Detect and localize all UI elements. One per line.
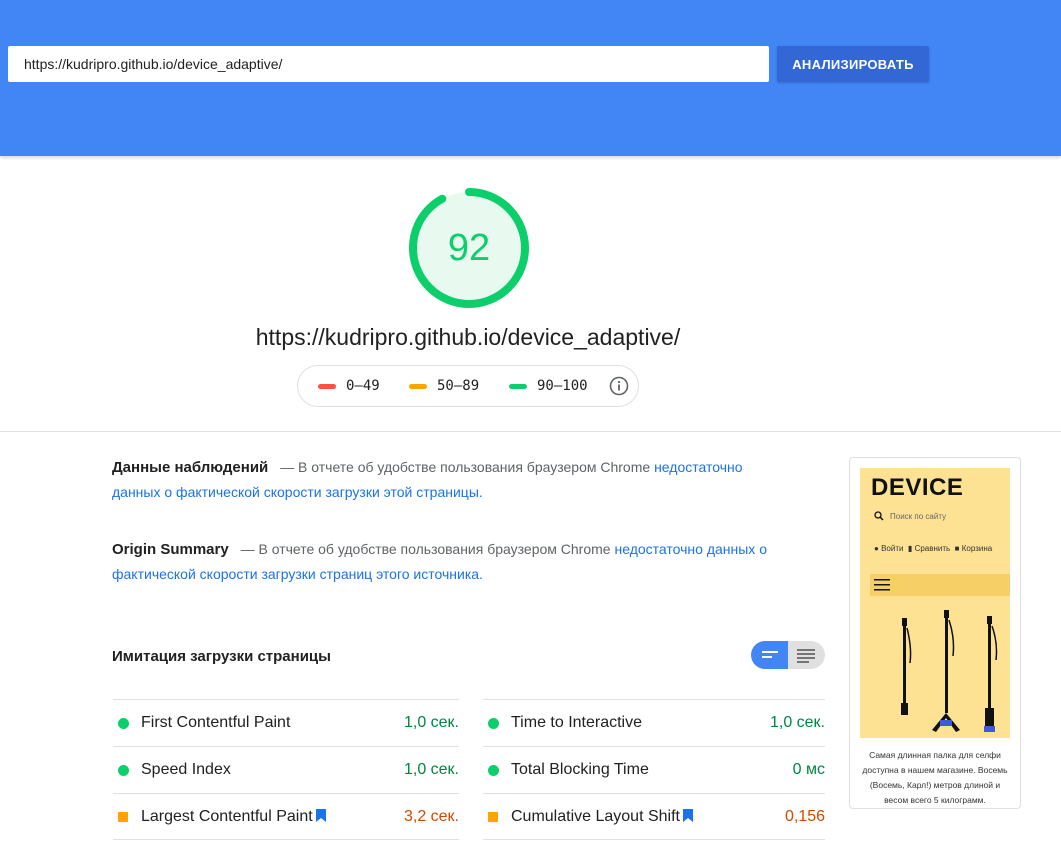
bars-long-icon xyxy=(797,649,815,663)
metric-name: Cumulative Layout Shift xyxy=(511,808,680,825)
metric-value: 1,0 сек. xyxy=(403,714,459,731)
metric-name: Time to Interactive xyxy=(511,714,643,731)
search-icon xyxy=(874,511,884,521)
metric-row: Cumulative Layout Shift 0,156 xyxy=(483,793,825,840)
legend-swatch-average xyxy=(409,383,427,389)
site-nav-cart: Корзина xyxy=(961,544,993,553)
pass-indicator xyxy=(118,718,129,729)
site-menu-bar xyxy=(870,574,1010,596)
pass-indicator xyxy=(488,765,499,776)
score-legend: 0–49 50–89 90–100 xyxy=(297,365,639,407)
metric-name-wrap: Largest Contentful Paint xyxy=(141,794,326,840)
pass-indicator xyxy=(118,765,129,776)
field-data-title: Данные наблюдений xyxy=(112,459,269,476)
compare-icon: ▮ xyxy=(907,544,913,553)
compact-view-button[interactable] xyxy=(751,641,788,669)
metric-row: Time to Interactive 1,0 сек. xyxy=(483,699,825,746)
site-nav-login: Войти xyxy=(881,544,904,553)
site-nav: ● Войти ▮ Сравнить ■ Корзина xyxy=(874,544,992,553)
user-icon: ● xyxy=(874,544,879,553)
metric-row: Total Blocking Time 0 мс xyxy=(483,746,825,793)
bars-short-icon xyxy=(762,651,778,658)
cart-icon: ■ xyxy=(954,544,960,553)
average-indicator xyxy=(118,812,128,822)
info-icon[interactable] xyxy=(609,376,629,396)
metric-value: 0,156 xyxy=(784,808,825,825)
final-screenshot: DEVICE Поиск по сайту ● Войти ▮ Сравнить… xyxy=(849,457,1021,809)
bookmark-icon[interactable] xyxy=(315,809,326,822)
metric-name: Largest Contentful Paint xyxy=(141,808,313,825)
legend-item-pass: 90–100 xyxy=(509,366,588,406)
site-search-placeholder: Поиск по сайту xyxy=(890,512,947,521)
site-preview: DEVICE Поиск по сайту ● Войти ▮ Сравнить… xyxy=(860,468,1010,738)
site-nav-compare: Сравнить xyxy=(914,544,951,553)
field-data-section: Данные наблюдений — В отчете об удобстве… xyxy=(112,455,772,505)
tested-page-url: https://kudripro.github.io/device_adapti… xyxy=(255,324,681,350)
header-bar: АНАЛИЗИРОВАТЬ xyxy=(0,0,1061,156)
metrics-column-right: Time to Interactive 1,0 сек. Total Block… xyxy=(483,699,825,840)
legend-label-pass: 90–100 xyxy=(537,378,588,394)
metric-row: Largest Contentful Paint 3,2 сек. xyxy=(113,793,459,840)
url-input[interactable] xyxy=(8,46,769,82)
site-search: Поиск по сайту xyxy=(874,511,946,521)
average-indicator xyxy=(488,812,498,822)
site-caption: Самая длинная палка для селфи доступна в… xyxy=(862,750,1008,805)
metric-name: Speed Index xyxy=(141,761,231,778)
metric-value: 0 мс xyxy=(792,761,825,778)
hamburger-icon xyxy=(874,579,890,591)
metrics-view-toggle xyxy=(751,641,825,669)
metric-value: 1,0 сек. xyxy=(403,761,459,778)
legend-swatch-fail xyxy=(318,383,336,389)
field-data-text: — В отчете об удобстве пользования брауз… xyxy=(280,459,651,475)
metric-value: 3,2 сек. xyxy=(403,808,459,825)
selfie-stick-image xyxy=(901,610,998,732)
pass-indicator xyxy=(488,718,499,729)
lab-data-title: Имитация загрузки страницы xyxy=(112,648,331,665)
metric-name: First Contentful Paint xyxy=(141,714,291,731)
legend-item-average: 50–89 xyxy=(409,366,479,406)
section-divider xyxy=(0,431,1061,432)
metrics-column-left: First Contentful Paint 1,0 сек. Speed In… xyxy=(113,699,459,840)
expanded-view-button[interactable] xyxy=(788,641,825,669)
legend-label-average: 50–89 xyxy=(437,378,480,394)
analyze-button[interactable]: АНАЛИЗИРОВАТЬ xyxy=(777,46,929,82)
legend-swatch-pass xyxy=(509,383,527,389)
legend-item-fail: 0–49 xyxy=(318,366,380,406)
origin-summary-section: Origin Summary — В отчете об удобстве по… xyxy=(112,537,772,587)
origin-summary-text: — В отчете об удобстве пользования брауз… xyxy=(240,541,611,557)
bookmark-icon[interactable] xyxy=(682,809,693,822)
metric-row: First Contentful Paint 1,0 сек. xyxy=(113,699,459,746)
site-logo: DEVICE xyxy=(871,474,964,501)
performance-score: 92 xyxy=(447,226,491,269)
origin-summary-title: Origin Summary xyxy=(112,541,229,558)
metric-name-wrap: Cumulative Layout Shift xyxy=(511,794,693,840)
metric-row: Speed Index 1,0 сек. xyxy=(113,746,459,793)
metric-name: Total Blocking Time xyxy=(511,761,649,778)
legend-label-fail: 0–49 xyxy=(346,378,380,394)
metric-value: 1,0 сек. xyxy=(769,714,825,731)
